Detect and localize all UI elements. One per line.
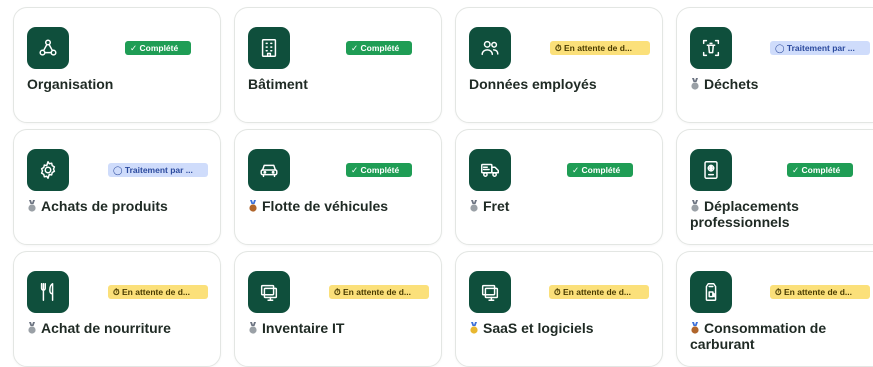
card-title: Achat de nourriture: [27, 320, 210, 336]
card-title: Organisation: [27, 76, 114, 92]
card-deplacements-professionnels[interactable]: ✓ Complété Déplacements professionnels: [676, 129, 873, 245]
card-fret[interactable]: ✓ Complété Fret: [455, 129, 663, 245]
status-badge: ✓ Complété: [125, 41, 191, 55]
silver-medal-icon: [470, 200, 478, 212]
card-achat-de-nourriture[interactable]: ⏱ En attente de d... Achat de nourriture: [13, 251, 221, 367]
building-icon: [248, 27, 290, 69]
silver-medal-icon: [28, 322, 36, 334]
card-title: Achats de produits: [27, 198, 210, 214]
gold-medal-icon: [470, 322, 478, 334]
card-title: Fret: [469, 198, 652, 214]
silver-medal-icon: [28, 200, 36, 212]
silver-medal-icon: [249, 322, 257, 334]
card-title: Données employés: [469, 76, 597, 92]
card-organisation[interactable]: ✓ Complété Organisation: [13, 7, 221, 123]
status-badge: ⏱ En attente de d...: [108, 285, 208, 299]
card-saas-et-logiciels[interactable]: ⏱ En attente de d... SaaS et logiciels: [455, 251, 663, 367]
card-achats-de-produits[interactable]: ◯ Traitement par ... Achats de produits: [13, 129, 221, 245]
card-title: Déchets: [690, 76, 863, 92]
bronze-medal-icon: [691, 322, 699, 334]
card-donnees-employes[interactable]: ⏱ En attente de d... Données employés: [455, 7, 663, 123]
silver-medal-icon: [691, 78, 699, 90]
car-icon: [248, 149, 290, 191]
bronze-medal-icon: [249, 200, 257, 212]
users-icon: [469, 27, 511, 69]
category-card-grid: ✓ Complété Organisation ✓ Complété Bâtim…: [0, 0, 873, 367]
silver-medal-icon: [691, 200, 699, 212]
card-inventaire-it[interactable]: ⏱ En attente de d... Inventaire IT: [234, 251, 442, 367]
gear-icon: [27, 149, 69, 191]
card-title: Déplacements professionnels: [690, 198, 799, 230]
card-title: Flotte de véhicules: [248, 198, 431, 214]
monitor-icon: [469, 271, 511, 313]
trash-scan-icon: [690, 27, 732, 69]
status-badge: ⏱ En attente de d...: [770, 285, 870, 299]
status-badge: ◯ Traitement par ...: [108, 163, 208, 177]
card-batiment[interactable]: ✓ Complété Bâtiment: [234, 7, 442, 123]
fuel-doc-icon: [690, 271, 732, 313]
card-title: Consommation de carburant: [690, 320, 827, 352]
status-badge: ✓ Complété: [787, 163, 853, 177]
passport-icon: [690, 149, 732, 191]
monitor-icon: [248, 271, 290, 313]
network-icon: [27, 27, 69, 69]
card-title: Bâtiment: [248, 76, 308, 92]
status-badge: ⏱ En attente de d...: [549, 285, 649, 299]
status-badge: ✓ Complété: [567, 163, 633, 177]
status-badge: ✓ Complété: [346, 163, 412, 177]
fork-knife-icon: [27, 271, 69, 313]
status-badge: ⏱ En attente de d...: [550, 41, 650, 55]
status-badge: ✓ Complété: [346, 41, 412, 55]
card-title: SaaS et logiciels: [469, 320, 652, 336]
truck-icon: [469, 149, 511, 191]
card-flotte-de-vehicules[interactable]: ✓ Complété Flotte de véhicules: [234, 129, 442, 245]
status-badge: ◯ Traitement par ...: [770, 41, 870, 55]
card-title: Inventaire IT: [248, 320, 431, 336]
status-badge: ⏱ En attente de d...: [329, 285, 429, 299]
card-consommation-de-carburant[interactable]: ⏱ En attente de d... Consommation de car…: [676, 251, 873, 367]
card-dechets[interactable]: ◯ Traitement par ... Déchets: [676, 7, 873, 123]
